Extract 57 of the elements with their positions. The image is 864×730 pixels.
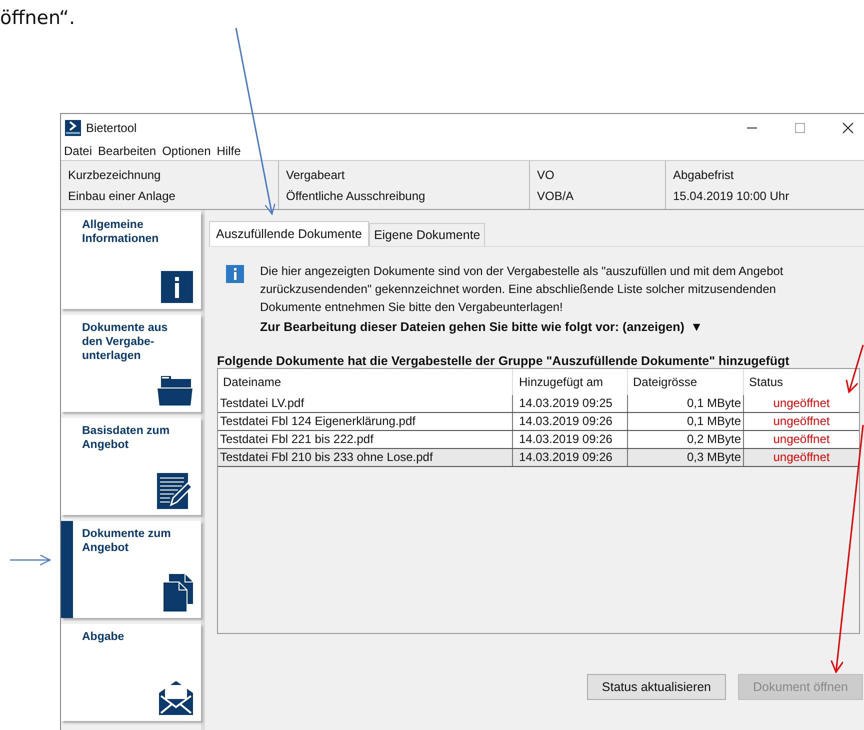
header-label: Kurzbezeichnung: [68, 168, 162, 182]
pencil-document-icon: [157, 473, 193, 509]
documents-icon: [163, 574, 193, 612]
table-cell: 14.03.2019 09:26: [513, 413, 628, 430]
table-cell: Testdatei Fbl 124 Eigenerklärung.pdf: [218, 413, 513, 430]
table-cell-text: ungeöffnet: [772, 413, 831, 430]
table-cell: 14.03.2019 09:26: [513, 449, 628, 466]
info-text: Die hier angezeigten Dokumente sind von der Vergabestelle als "auszufüllen und mit dem Angebot zurückzusendenden" gekennzeichnet worden. Eine abschließende Liste solcher mitzusendenden Dokumente entnehmen Sie bitte den Vergabeunterlagen!: [260, 263, 784, 316]
sidebar-item[interactable]: Abgabe: [61, 624, 201, 721]
instruction-link[interactable]: Zur Bearbeitung dieser Dateien gehen Sie bitte wie folgt vor: (anzeigen): [260, 320, 684, 334]
document-text: öffnen“.: [0, 6, 76, 31]
header-value: Öffentliche Ausschreibung: [286, 188, 426, 202]
table-cell-text: ungeöffnet: [772, 395, 831, 412]
header-label: Abgabefrist: [673, 168, 735, 182]
table-cell: 0,3 MByte: [628, 449, 744, 466]
info-icon: [226, 265, 244, 283]
table-cell-text: ungeöffnet: [772, 431, 831, 448]
table-row[interactable]: Testdatei Fbl 221 bis 222.pdf 14.03.2019 09:26 0,2 MByte ungeöffnet: [218, 431, 859, 449]
sidebar-item[interactable]: Dokumente zum Angebot: [61, 521, 201, 618]
app-logo-icon: [65, 120, 81, 136]
table-cell: 14.03.2019 09:25: [513, 395, 628, 412]
info-icon: [161, 271, 193, 303]
sidebar-item[interactable]: Basisdaten zum Angebot: [61, 418, 201, 515]
menu-item[interactable]: Bearbeiten: [97, 144, 158, 158]
folder-icon: [157, 376, 193, 406]
menu-item[interactable]: Hilfe: [216, 144, 242, 158]
table-cell-text: ungeöffnet: [772, 449, 831, 466]
header-value: VOB/A: [537, 188, 575, 202]
action-button[interactable]: Status aktualisieren: [586, 674, 726, 700]
header-label: VO: [537, 168, 556, 182]
envelope-icon: [159, 679, 193, 715]
window-title: Bietertool: [86, 120, 137, 134]
table-cell: 0,1 MByte: [628, 413, 744, 430]
sidebar-item[interactable]: Dokumente aus den Vergabe-unterlagen: [61, 315, 201, 412]
table-row[interactable]: Testdatei LV.pdf 14.03.2019 09:25 0,1 MByte ungeöffnet: [218, 395, 859, 413]
tab[interactable]: Eigene Dokumente: [368, 223, 486, 246]
table-cell: 0,1 MByte: [628, 395, 744, 412]
header-value: Einbau einer Anlage: [68, 188, 176, 202]
expand-toggle[interactable]: ▼: [690, 320, 703, 334]
menu-item[interactable]: Datei: [63, 144, 94, 158]
table-cell: 0,2 MByte: [628, 431, 744, 448]
table-cell: Testdatei Fbl 221 bis 222.pdf: [218, 431, 513, 448]
annotation-arrow: [10, 554, 51, 566]
sidebar-item[interactable]: Allgemeine Informationen: [61, 212, 201, 309]
table-cell: Testdatei LV.pdf: [218, 395, 513, 412]
table-cell: Testdatei Fbl 210 bis 233 ohne Lose.pdf: [218, 449, 513, 466]
table-row[interactable]: Testdatei Fbl 124 Eigenerklärung.pdf 14.03.2019 09:26 0,1 MByte ungeöffnet: [218, 413, 859, 431]
menu-item[interactable]: Optionen: [161, 144, 212, 158]
annotation-arrow: [846, 344, 864, 393]
tab[interactable]: Auszufüllende Dokumente: [209, 221, 369, 246]
table-row[interactable]: Testdatei Fbl 210 bis 233 ohne Lose.pdf 14.03.2019 09:26 0,3 MByte ungeöffnet: [218, 449, 859, 467]
header-label: Vergabeart: [286, 168, 346, 182]
header-value: 15.04.2019 10:00 Uhr: [673, 188, 790, 202]
column-header[interactable]: Status: [744, 369, 859, 395]
table-cell: 14.03.2019 09:26: [513, 431, 628, 448]
close-icon[interactable]: [842, 122, 854, 134]
table-title: Folgende Dokumente hat die Vergabestelle der Gruppe "Auszufüllende Dokumente" hinzugefügt: [217, 354, 790, 368]
